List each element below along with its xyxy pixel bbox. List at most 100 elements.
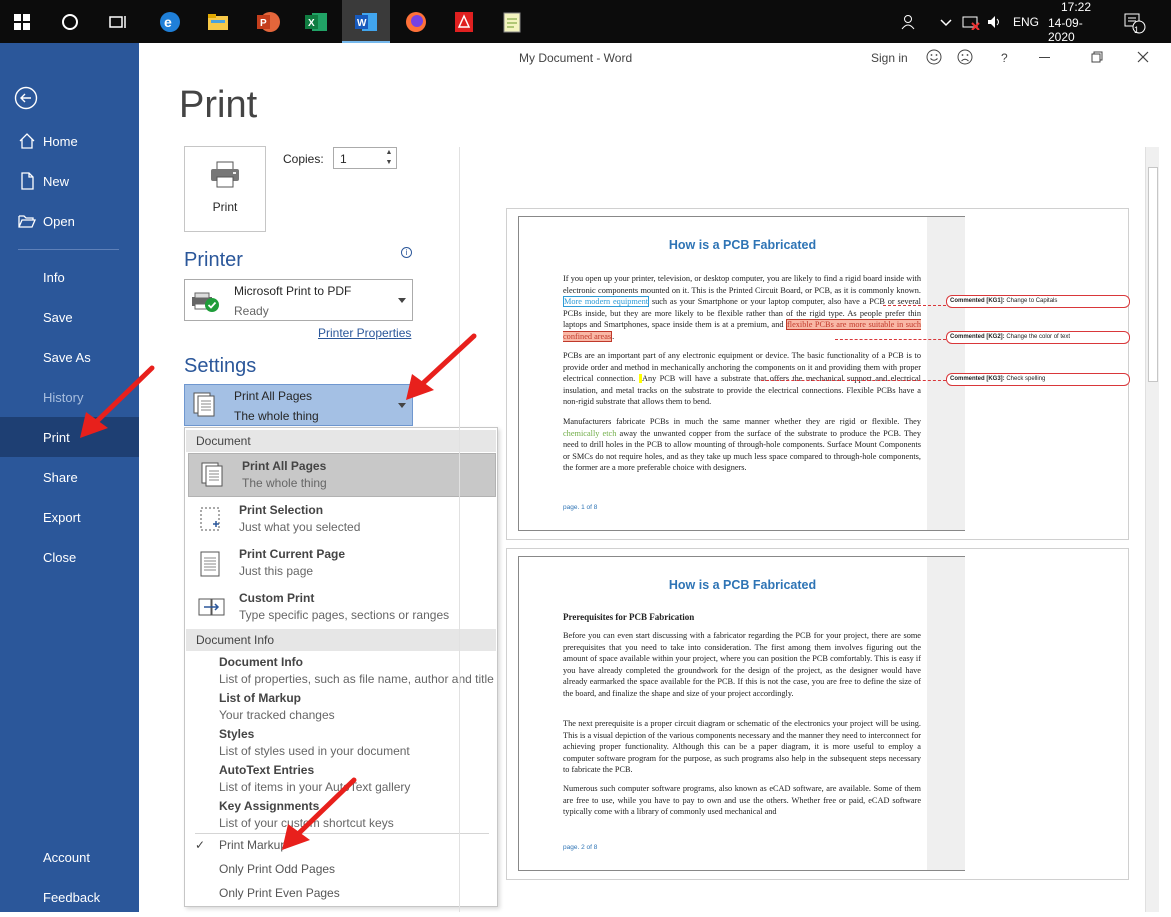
print-button-label: Print (212, 200, 238, 214)
clock[interactable]: 17:22 14-09-2020 (1048, 0, 1104, 44)
menu-item-key-assignments[interactable]: Key Assignments List of your custom shor… (185, 796, 497, 832)
sign-in-link[interactable]: Sign in (871, 51, 908, 65)
comment-kg2: Commented [KG2]: Change the color of tex… (946, 331, 1130, 344)
nav-open-label: Open (43, 213, 75, 229)
nav-open[interactable]: Open (0, 201, 139, 241)
acrobat-reader-icon[interactable] (450, 8, 478, 36)
menu-item-print-selection[interactable]: Print Selection Just what you selected (186, 498, 496, 542)
chevron-up-icon[interactable] (940, 0, 952, 43)
spin-up-icon[interactable]: ▲ (382, 148, 396, 158)
language-indicator[interactable]: ENG (1013, 0, 1039, 43)
svg-text:P: P (260, 18, 267, 29)
printer-name: Microsoft Print to PDF (234, 284, 352, 298)
preview-scrollbar[interactable] (1145, 147, 1159, 912)
print-range-select[interactable]: Print All Pages The whole thing (184, 384, 413, 426)
nav-print[interactable]: Print (0, 417, 139, 457)
powerpoint-icon[interactable]: P (254, 8, 282, 36)
all-pages-icon (201, 462, 227, 490)
copies-label: Copies: (283, 152, 324, 166)
nav-new[interactable]: New (0, 161, 139, 201)
word-icon[interactable]: W (352, 8, 380, 36)
open-folder-icon (18, 212, 36, 230)
info-icon[interactable]: i (401, 247, 412, 258)
menu-option-print-markup[interactable]: Print Markup (219, 838, 287, 852)
comment-connector (761, 380, 946, 381)
menu-item-list-of-markup[interactable]: List of Markup Your tracked changes (185, 688, 497, 724)
volume-icon[interactable] (986, 0, 1004, 43)
menu-item-subtitle: List of properties, such as file name, a… (219, 672, 494, 686)
menu-option-even-pages[interactable]: Only Print Even Pages (219, 886, 340, 900)
preview-page-2: How is a PCB Fabricated Prerequisites fo… (506, 548, 1129, 880)
menu-item-title: Styles (219, 727, 255, 741)
comment-kg3: Commented [KG3]: Check spelling (946, 373, 1130, 386)
comment-connector (835, 339, 946, 340)
pane-divider (459, 147, 460, 912)
printer-properties-link[interactable]: Printer Properties (318, 326, 411, 340)
people-icon[interactable] (900, 0, 918, 43)
print-button[interactable]: Print (184, 146, 266, 232)
scrollbar-thumb[interactable] (1148, 167, 1158, 382)
windows-taskbar: e P X W ENG 17:22 14-09-2020 1 (0, 0, 1171, 44)
menu-item-document-info[interactable]: Document Info List of properties, such a… (185, 652, 497, 688)
page-2-number: page. 2 of 8 (563, 844, 598, 851)
nav-feedback[interactable]: Feedback (0, 877, 139, 917)
network-icon[interactable] (962, 0, 980, 43)
nav-share[interactable]: Share (0, 457, 139, 497)
nav-close[interactable]: Close (0, 537, 139, 577)
nav-export[interactable]: Export (0, 497, 139, 537)
menu-item-title: List of Markup (219, 691, 302, 705)
windows-start-icon[interactable] (8, 8, 36, 36)
window-title-bar: My Document - Word Sign in ? (139, 43, 1171, 73)
nav-home-label: Home (43, 133, 78, 149)
nav-account[interactable]: Account (0, 837, 139, 877)
smile-feedback-icon[interactable] (926, 49, 942, 68)
nav-home[interactable]: Home (0, 121, 139, 161)
copies-value[interactable]: 1 (340, 152, 347, 166)
back-arrow-icon[interactable] (14, 86, 38, 110)
printer-status: Ready (234, 304, 269, 318)
nav-save-as[interactable]: Save As (0, 337, 139, 377)
copies-stepper[interactable]: 1 ▲ ▼ (333, 147, 397, 169)
spin-down-icon[interactable]: ▼ (382, 158, 396, 168)
notification-center-icon[interactable]: 1 (1122, 0, 1146, 43)
menu-item-title: Custom Print (239, 591, 315, 605)
minimize-icon[interactable] (1039, 57, 1050, 58)
nav-divider (18, 249, 119, 250)
restore-icon[interactable] (1091, 51, 1103, 66)
comment-text: Change the color of text (1004, 334, 1071, 340)
menu-item-print-all-pages[interactable]: Print All Pages The whole thing (188, 453, 496, 497)
doc-text: Manufacturers fabricate PCBs in much the… (563, 417, 921, 426)
custom-print-icon (198, 594, 225, 622)
page-1-number: page. 1 of 8 (563, 504, 598, 511)
menu-item-styles[interactable]: Styles List of styles used in your docum… (185, 724, 497, 760)
firefox-icon[interactable] (402, 8, 430, 36)
menu-item-print-current-page[interactable]: Print Current Page Just this page (186, 542, 496, 586)
menu-option-odd-pages[interactable]: Only Print Odd Pages (219, 862, 335, 876)
help-button[interactable]: ? (1001, 51, 1008, 65)
menu-item-custom-print[interactable]: Custom Print Type specific pages, sectio… (186, 586, 496, 630)
nav-save[interactable]: Save (0, 297, 139, 337)
printer-select[interactable]: Microsoft Print to PDF Ready (184, 279, 413, 321)
doc-text: If you open up your printer, television,… (563, 274, 921, 295)
notepad-plus-icon[interactable] (498, 8, 526, 36)
frown-feedback-icon[interactable] (957, 49, 973, 68)
cortana-search-icon[interactable] (56, 8, 84, 36)
edge-browser-icon[interactable]: e (156, 8, 184, 36)
close-icon[interactable] (1137, 51, 1149, 66)
menu-item-title: Key Assignments (219, 799, 320, 813)
nav-info[interactable]: Info (0, 257, 139, 297)
menu-item-title: Print All Pages (242, 459, 327, 473)
word-taskbar-active[interactable]: W (342, 0, 390, 43)
menu-item-subtitle: List of styles used in your document (219, 744, 410, 758)
menu-item-autotext-entries[interactable]: AutoText Entries List of items in your A… (185, 760, 497, 796)
file-explorer-icon[interactable] (204, 8, 232, 36)
page-1-paragraph-2: PCBs are an important part of any electr… (563, 350, 921, 408)
task-view-icon[interactable] (104, 8, 132, 36)
nav-history: History (0, 377, 139, 417)
settings-heading: Settings (184, 355, 257, 377)
svg-text:X: X (308, 18, 315, 29)
nav-account-label: Account (43, 849, 90, 865)
excel-icon[interactable]: X (302, 8, 330, 36)
menu-item-subtitle: Type specific pages, sections or ranges (239, 608, 450, 622)
nav-history-label: History (43, 389, 84, 405)
